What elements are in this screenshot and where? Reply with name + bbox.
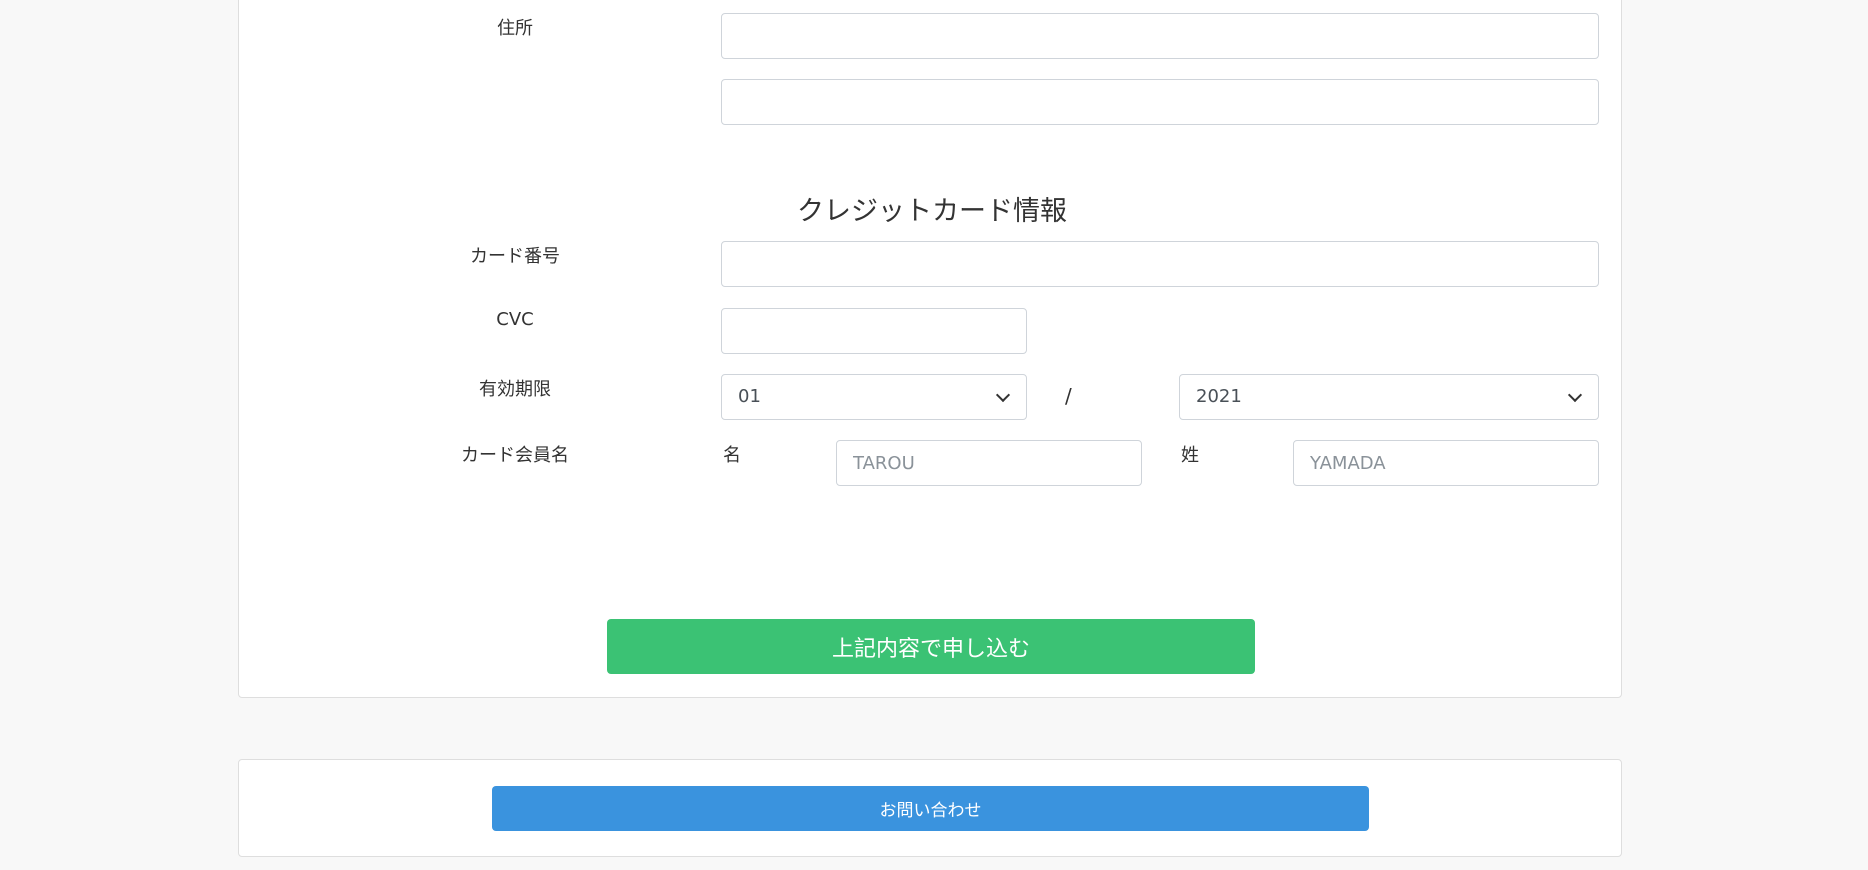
application-form-card: 住所 クレジットカード情報 カード番号 CVC 有効期限 01 / 2021 カ… [238, 0, 1622, 698]
card-number-input[interactable] [721, 241, 1599, 287]
address-line1-input[interactable] [721, 13, 1599, 59]
credit-card-section-title: クレジットカード情報 [797, 196, 1067, 227]
card-holder-label: カード会員名 [461, 445, 569, 466]
address-label: 住所 [497, 18, 533, 39]
expiry-month-value: 01 [738, 386, 761, 407]
chevron-down-icon [995, 387, 1011, 402]
contact-card: お問い合わせ [238, 759, 1622, 857]
submit-application-button[interactable]: 上記内容で申し込む [607, 619, 1255, 674]
expiry-year-select[interactable]: 2021 [1179, 374, 1599, 420]
first-name-input[interactable] [836, 440, 1142, 486]
last-name-label: 姓 [1181, 445, 1199, 466]
expiry-month-select[interactable]: 01 [721, 374, 1027, 420]
last-name-input[interactable] [1293, 440, 1599, 486]
chevron-down-icon [1567, 387, 1583, 402]
cvc-label: CVC [496, 309, 534, 330]
address-line2-input[interactable] [721, 79, 1599, 125]
expiry-year-value: 2021 [1196, 386, 1242, 407]
card-number-label: カード番号 [470, 246, 560, 267]
expiry-separator: / [1065, 384, 1072, 408]
expiry-label: 有効期限 [479, 379, 551, 400]
contact-button[interactable]: お問い合わせ [492, 786, 1369, 831]
first-name-label: 名 [723, 445, 741, 466]
cvc-input[interactable] [721, 308, 1027, 354]
